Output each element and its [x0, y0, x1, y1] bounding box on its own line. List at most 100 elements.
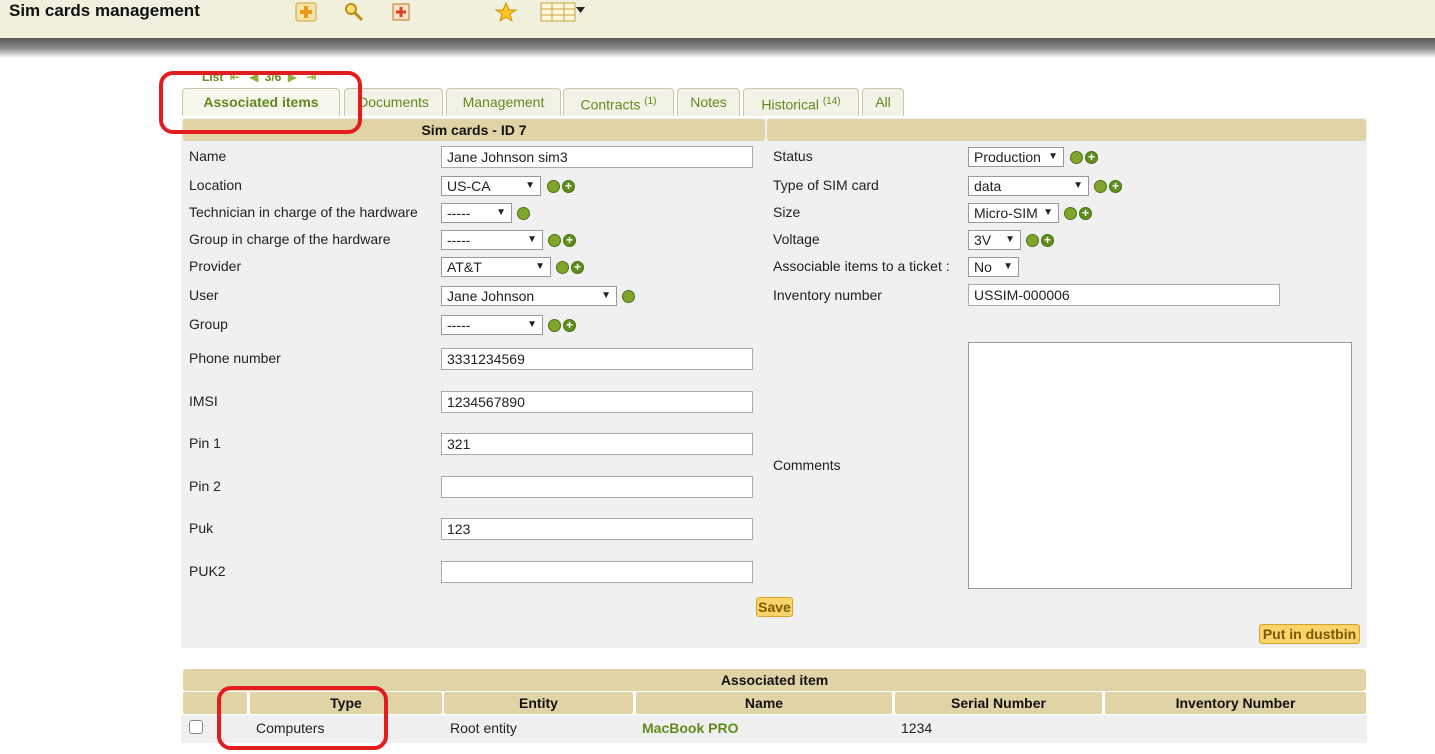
- record-navigation: List ⇤ ◀ 3/6 ▶ ⇥: [202, 70, 319, 84]
- dropdown-arrow-icon: ▼: [1003, 261, 1013, 272]
- inventory-label: Inventory number: [773, 287, 882, 303]
- search-icon[interactable]: [1070, 151, 1083, 164]
- associated-header: Associated item: [183, 669, 1366, 691]
- user-select[interactable]: Jane Johnson ▼: [441, 286, 617, 306]
- puk2-label: PUK2: [189, 563, 226, 579]
- location-label: Location: [189, 177, 242, 193]
- dropdown-arrow-icon: ▼: [525, 180, 535, 191]
- save-button[interactable]: Save: [756, 597, 793, 617]
- put-in-dustbin-button[interactable]: Put in dustbin: [1259, 624, 1360, 644]
- search-icon[interactable]: [517, 207, 530, 220]
- add-icon[interactable]: +: [562, 179, 575, 193]
- imsi-field[interactable]: 1234567890: [441, 391, 753, 413]
- column-header-inventory[interactable]: Inventory Number: [1105, 692, 1366, 714]
- dropdown-arrow-icon: ▼: [1043, 207, 1053, 218]
- record-position: 3/6: [264, 70, 282, 84]
- search-icon[interactable]: [342, 1, 366, 23]
- status-select[interactable]: Production ▼: [968, 147, 1064, 167]
- location-select[interactable]: US-CA ▼: [441, 176, 541, 196]
- technician-select[interactable]: ----- ▼: [441, 203, 512, 223]
- pin1-label: Pin 1: [189, 435, 221, 451]
- dropdown-arrow-icon: ▼: [527, 319, 537, 330]
- size-select[interactable]: Micro-SIM ▼: [968, 203, 1059, 223]
- phone-label: Phone number: [189, 350, 281, 366]
- sim-type-select[interactable]: data ▼: [968, 176, 1089, 196]
- form-header-right: [767, 119, 1366, 141]
- header-shadow: [0, 38, 1435, 58]
- search-icon[interactable]: [1026, 234, 1039, 247]
- search-icon[interactable]: [548, 234, 561, 247]
- puk-field[interactable]: 123: [441, 518, 753, 540]
- provider-label: Provider: [189, 258, 242, 274]
- voltage-label: Voltage: [773, 231, 820, 247]
- column-selector-icon[interactable]: [540, 1, 586, 23]
- search-icon[interactable]: [1064, 207, 1077, 220]
- form-header: Sim cards - ID 7: [183, 119, 765, 141]
- dropdown-arrow-icon: ▼: [1005, 234, 1015, 245]
- column-header-type[interactable]: Type: [250, 692, 442, 714]
- column-header-name[interactable]: Name: [636, 692, 892, 714]
- group-hardware-select[interactable]: ----- ▼: [441, 230, 543, 250]
- add-icon[interactable]: +: [1041, 233, 1054, 247]
- first-record-icon[interactable]: ⇤: [230, 70, 240, 84]
- dropdown-arrow-icon: ▼: [527, 234, 537, 245]
- tab-historical[interactable]: Historical (14): [743, 88, 859, 116]
- associable-select[interactable]: No ▼: [968, 257, 1019, 277]
- voltage-select[interactable]: 3V ▼: [968, 230, 1021, 250]
- tab-all[interactable]: All: [862, 88, 904, 116]
- column-header-entity[interactable]: Entity: [444, 692, 633, 714]
- puk2-field[interactable]: [441, 561, 753, 583]
- row-serial: 1234: [901, 720, 933, 736]
- pin2-label: Pin 2: [189, 478, 221, 494]
- next-record-icon[interactable]: ▶: [288, 70, 297, 84]
- row-entity: Root entity: [450, 720, 517, 736]
- tab-contracts[interactable]: Contracts (1): [563, 88, 674, 116]
- dropdown-arrow-icon: ▼: [1048, 151, 1058, 162]
- technician-label: Technician in charge of the hardware: [189, 204, 418, 220]
- group-label: Group: [189, 316, 228, 332]
- previous-record-icon[interactable]: ◀: [249, 70, 258, 84]
- column-header-select: [183, 692, 247, 714]
- page-title: Sim cards management: [9, 1, 200, 20]
- row-checkbox[interactable]: [189, 720, 203, 734]
- name-field[interactable]: Jane Johnson sim3: [441, 146, 753, 168]
- list-link[interactable]: List: [202, 70, 223, 84]
- group-select[interactable]: ----- ▼: [441, 315, 543, 335]
- inventory-field[interactable]: USSIM-000006: [968, 284, 1280, 306]
- row-name-link[interactable]: MacBook PRO: [642, 720, 738, 736]
- search-icon[interactable]: [622, 290, 635, 303]
- column-header-serial[interactable]: Serial Number: [895, 692, 1102, 714]
- add-icon[interactable]: +: [1085, 150, 1098, 164]
- puk-label: Puk: [189, 520, 214, 536]
- pin1-field[interactable]: 321: [441, 433, 753, 455]
- name-label: Name: [189, 148, 227, 164]
- tab-documents[interactable]: Documents: [344, 88, 443, 116]
- add-icon[interactable]: [294, 1, 318, 23]
- tab-notes[interactable]: Notes: [677, 88, 740, 116]
- search-icon[interactable]: [548, 319, 561, 332]
- comments-textarea[interactable]: [968, 342, 1352, 589]
- last-record-icon[interactable]: ⇥: [306, 70, 316, 84]
- add-icon[interactable]: +: [1109, 179, 1122, 193]
- add-icon[interactable]: +: [563, 318, 576, 332]
- user-label: User: [189, 287, 219, 303]
- add-icon[interactable]: +: [1079, 206, 1092, 220]
- phone-field[interactable]: 3331234569: [441, 348, 753, 370]
- tab-management[interactable]: Management: [446, 88, 561, 116]
- pin2-field[interactable]: [441, 476, 753, 498]
- dropdown-arrow-icon: ▼: [1073, 180, 1083, 191]
- favorite-star-icon[interactable]: [494, 1, 518, 23]
- add-icon[interactable]: +: [571, 260, 584, 274]
- table-row: [181, 715, 1367, 743]
- dropdown-arrow-icon: ▼: [601, 290, 611, 301]
- provider-select[interactable]: AT&T ▼: [441, 257, 551, 277]
- comments-label: Comments: [773, 457, 841, 473]
- template-icon[interactable]: [390, 1, 414, 23]
- add-icon[interactable]: +: [563, 233, 576, 247]
- dropdown-arrow-icon: ▼: [496, 207, 506, 218]
- size-label: Size: [773, 204, 801, 220]
- tab-associated-items[interactable]: Associated items: [182, 88, 340, 116]
- search-icon[interactable]: [547, 180, 560, 193]
- search-icon[interactable]: [556, 261, 569, 274]
- search-icon[interactable]: [1094, 180, 1107, 193]
